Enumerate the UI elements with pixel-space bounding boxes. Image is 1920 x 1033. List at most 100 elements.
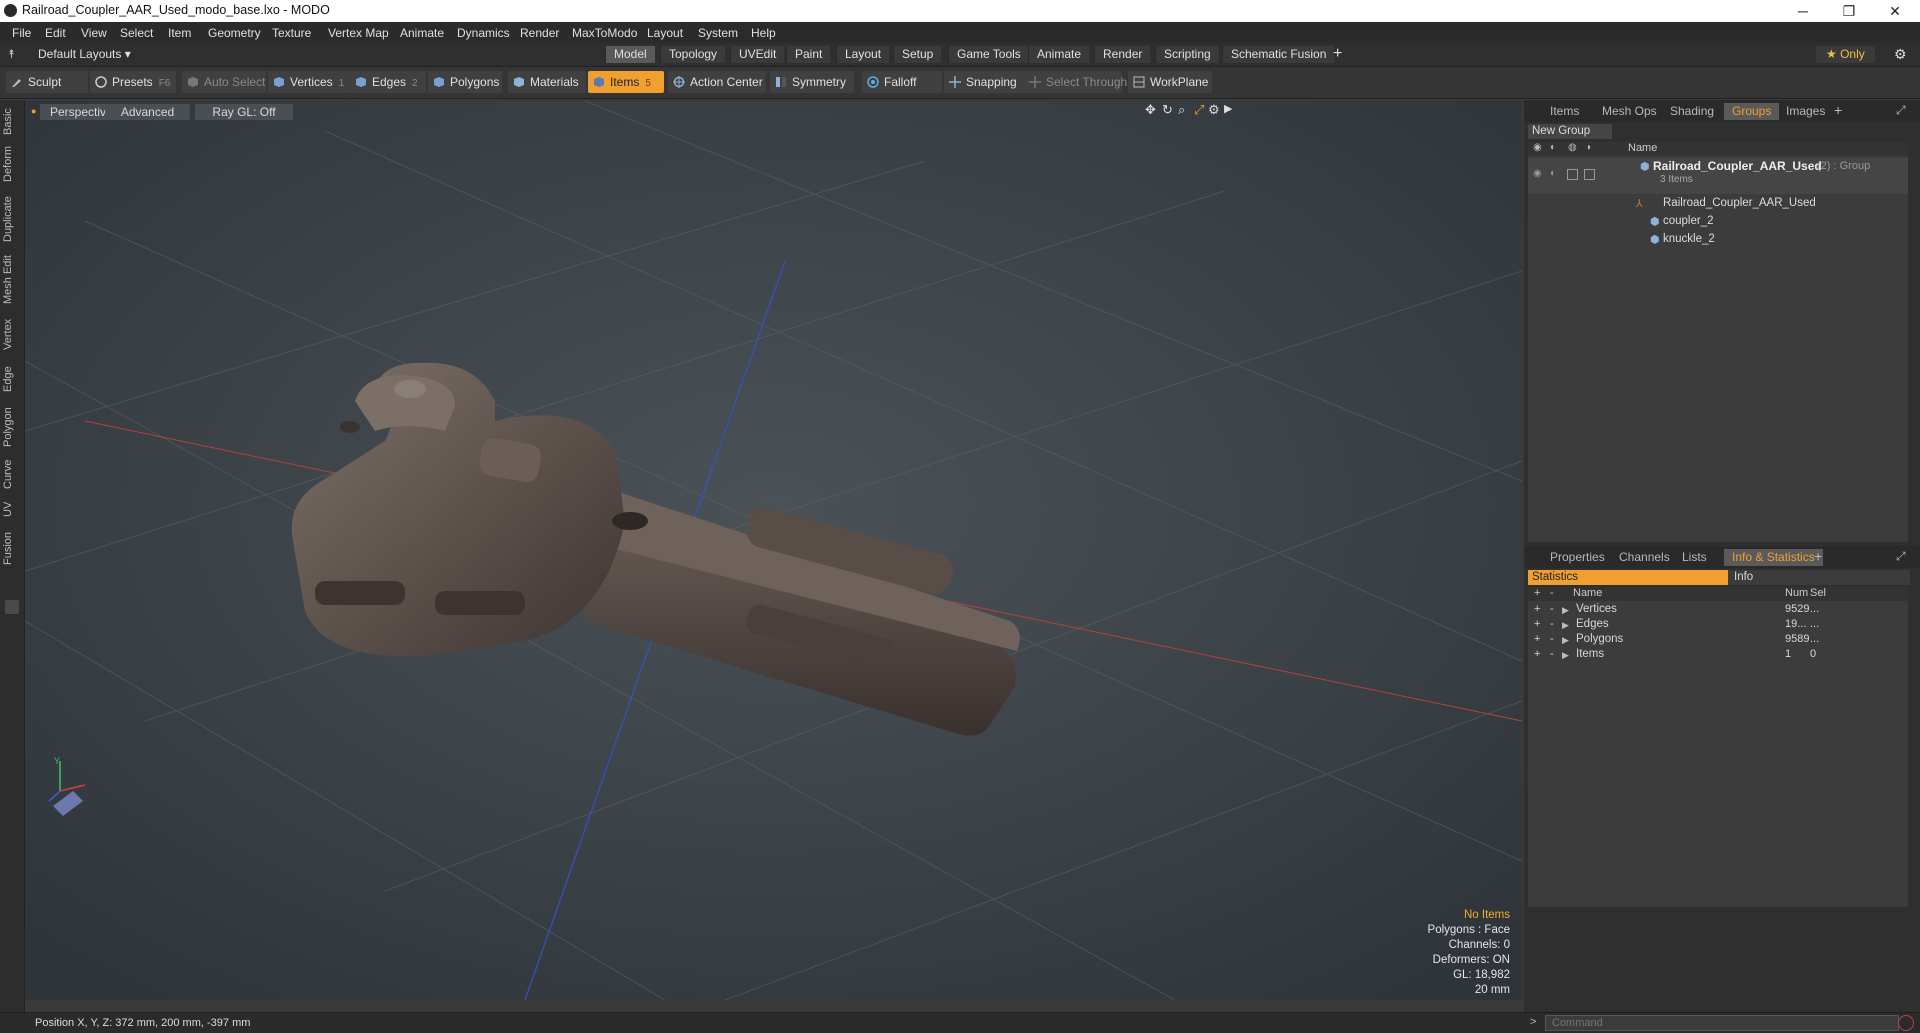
tab-model[interactable]: Model: [605, 46, 655, 63]
collapse-all-icon[interactable]: -: [1550, 587, 1554, 599]
tab-setup[interactable]: Setup: [893, 46, 942, 63]
table-row[interactable]: + - ▶ Polygons 9589 ...: [1528, 633, 1908, 648]
vtab-curve[interactable]: Curve: [2, 456, 22, 492]
table-row[interactable]: + - ▶ Edges 19... ...: [1528, 618, 1908, 633]
expand-arrow-icon[interactable]: ▶: [1562, 635, 1569, 646]
add-layout-button[interactable]: +: [1333, 45, 1342, 63]
remove-icon[interactable]: -: [1550, 618, 1554, 630]
symmetry-button[interactable]: Symmetry: [770, 71, 854, 93]
close-button[interactable]: ✕: [1872, 0, 1918, 22]
lock-checkbox[interactable]: [1567, 169, 1578, 180]
select-checkbox[interactable]: [1584, 169, 1595, 180]
tab-topology[interactable]: Topology: [660, 46, 726, 63]
statistics-subtab[interactable]: Statistics: [1528, 570, 1730, 585]
viewport-gear-icon[interactable]: ⚙: [1208, 102, 1220, 118]
tab-uvedit[interactable]: UVEdit: [730, 46, 785, 63]
3d-viewport[interactable]: ● Perspective Advanced Ray GL: Off ✥ ↻ ⌕…: [25, 101, 1522, 1000]
shading-button[interactable]: Advanced: [105, 104, 190, 120]
group-row[interactable]: ◉ ◐ ⬢ Railroad_Coupler_AAR_Used (2) : Gr…: [1528, 158, 1908, 194]
tab-shading[interactable]: Shading: [1662, 103, 1722, 120]
vtab-edge[interactable]: Edge: [2, 362, 22, 396]
tab-groups[interactable]: Groups: [1724, 103, 1780, 120]
gear-icon[interactable]: ⚙: [1894, 46, 1907, 63]
vtab-deform[interactable]: Deform: [2, 144, 22, 184]
snapping-button[interactable]: Snapping: [944, 71, 1024, 93]
menu-texture[interactable]: Texture: [272, 26, 311, 40]
tab-schematic-fusion[interactable]: Schematic Fusion: [1222, 46, 1335, 63]
menu-layout[interactable]: Layout: [647, 26, 683, 40]
menu-file[interactable]: File: [12, 26, 31, 40]
rotate-icon[interactable]: ↻: [1162, 102, 1173, 118]
table-row[interactable]: + - ▶ Vertices 9529 ...: [1528, 603, 1908, 618]
zoom-icon[interactable]: ⌕: [1178, 102, 1185, 118]
menu-maxtomodo[interactable]: MaxToModo: [572, 26, 637, 40]
table-row[interactable]: + - ▶ Items 1 0: [1528, 648, 1908, 663]
expand-arrow-icon[interactable]: ▶: [1224, 102, 1232, 115]
vtab-duplicate[interactable]: Duplicate: [2, 194, 22, 244]
materials-button[interactable]: Materials: [508, 71, 586, 93]
raygl-button[interactable]: Ray GL: Off: [195, 104, 293, 120]
add-tab-button[interactable]: +: [1814, 548, 1822, 564]
tab-lists[interactable]: Lists: [1674, 549, 1715, 566]
tab-info-statistics[interactable]: Info & Statistics: [1724, 549, 1823, 566]
record-icon[interactable]: [1898, 1015, 1914, 1031]
menu-view[interactable]: View: [81, 26, 107, 40]
menu-animate[interactable]: Animate: [400, 26, 444, 40]
tab-properties[interactable]: Properties: [1542, 549, 1613, 566]
edges-button[interactable]: Edges 2: [350, 71, 426, 93]
vertices-button[interactable]: Vertices 1: [268, 71, 350, 93]
vtab-polygon[interactable]: Polygon: [2, 404, 22, 450]
auto-select-button[interactable]: Auto Select: [182, 71, 266, 93]
expand-arrow-icon[interactable]: ▶: [1562, 605, 1569, 616]
action-center-button[interactable]: Action Center: [668, 71, 766, 93]
visibility-toggle-icon[interactable]: ◉: [1533, 168, 1542, 179]
items-button[interactable]: Items 5: [588, 71, 664, 93]
maximize-button[interactable]: ❐: [1826, 0, 1872, 22]
vtab-vertex[interactable]: Vertex: [2, 314, 22, 354]
minimize-button[interactable]: ─: [1780, 0, 1826, 22]
menu-select[interactable]: Select: [120, 26, 153, 40]
menu-edit[interactable]: Edit: [45, 26, 66, 40]
new-group-button[interactable]: New Group: [1528, 124, 1612, 139]
vtab-fusion[interactable]: Fusion: [2, 528, 22, 568]
add-icon[interactable]: +: [1534, 603, 1540, 615]
vtab-uv[interactable]: UV: [2, 498, 22, 520]
tree-item-row[interactable]: ⅄ Railroad_Coupler_AAR_Used: [1528, 196, 1908, 212]
only-button[interactable]: ★ Only: [1816, 46, 1875, 63]
tab-mesh-ops[interactable]: Mesh Ops: [1594, 103, 1665, 120]
tab-layout[interactable]: Layout: [836, 46, 890, 63]
render-toggle-icon[interactable]: ◐: [1550, 168, 1556, 179]
menu-geometry[interactable]: Geometry: [208, 26, 261, 40]
info-subtab[interactable]: Info: [1728, 570, 1910, 585]
menu-vertex-map[interactable]: Vertex Map: [328, 26, 389, 40]
pin-icon[interactable]: ⯭: [8, 47, 15, 62]
menu-system[interactable]: System: [698, 26, 738, 40]
expand-arrow-icon[interactable]: ▶: [1562, 650, 1569, 661]
tab-game-tools[interactable]: Game Tools: [948, 46, 1029, 63]
expand-panel-icon[interactable]: ⤢: [1896, 549, 1906, 564]
tab-images[interactable]: Images: [1778, 103, 1833, 120]
polygons-button[interactable]: Polygons: [428, 71, 502, 93]
workplane-button[interactable]: WorkPlane: [1128, 71, 1212, 93]
vtab-mesh-edit[interactable]: Mesh Edit: [2, 254, 22, 306]
tab-paint[interactable]: Paint: [786, 46, 831, 63]
remove-icon[interactable]: -: [1550, 648, 1554, 660]
expand-panel-icon[interactable]: ⤢: [1896, 103, 1906, 118]
add-icon[interactable]: +: [1534, 618, 1540, 630]
default-layouts-dropdown[interactable]: Default Layouts ▾: [38, 47, 131, 61]
command-input[interactable]: [1545, 1015, 1899, 1031]
tab-items[interactable]: Items: [1542, 103, 1587, 120]
expand-all-icon[interactable]: +: [1534, 587, 1540, 599]
presets-button[interactable]: Presets F6: [90, 71, 176, 93]
menu-dynamics[interactable]: Dynamics: [457, 26, 510, 40]
expand-arrow-icon[interactable]: ▶: [1562, 620, 1569, 631]
falloff-button[interactable]: Falloff: [862, 71, 942, 93]
tab-animate[interactable]: Animate: [1028, 46, 1090, 63]
menu-help[interactable]: Help: [751, 26, 776, 40]
add-icon[interactable]: +: [1534, 633, 1540, 645]
tab-channels[interactable]: Channels: [1611, 549, 1678, 566]
tree-item-row[interactable]: ⬢ coupler_2: [1528, 214, 1908, 230]
fit-icon[interactable]: ⤢: [1194, 102, 1204, 118]
menu-render[interactable]: Render: [520, 26, 559, 40]
tree-item-row[interactable]: ⬢ knuckle_2: [1528, 232, 1908, 248]
